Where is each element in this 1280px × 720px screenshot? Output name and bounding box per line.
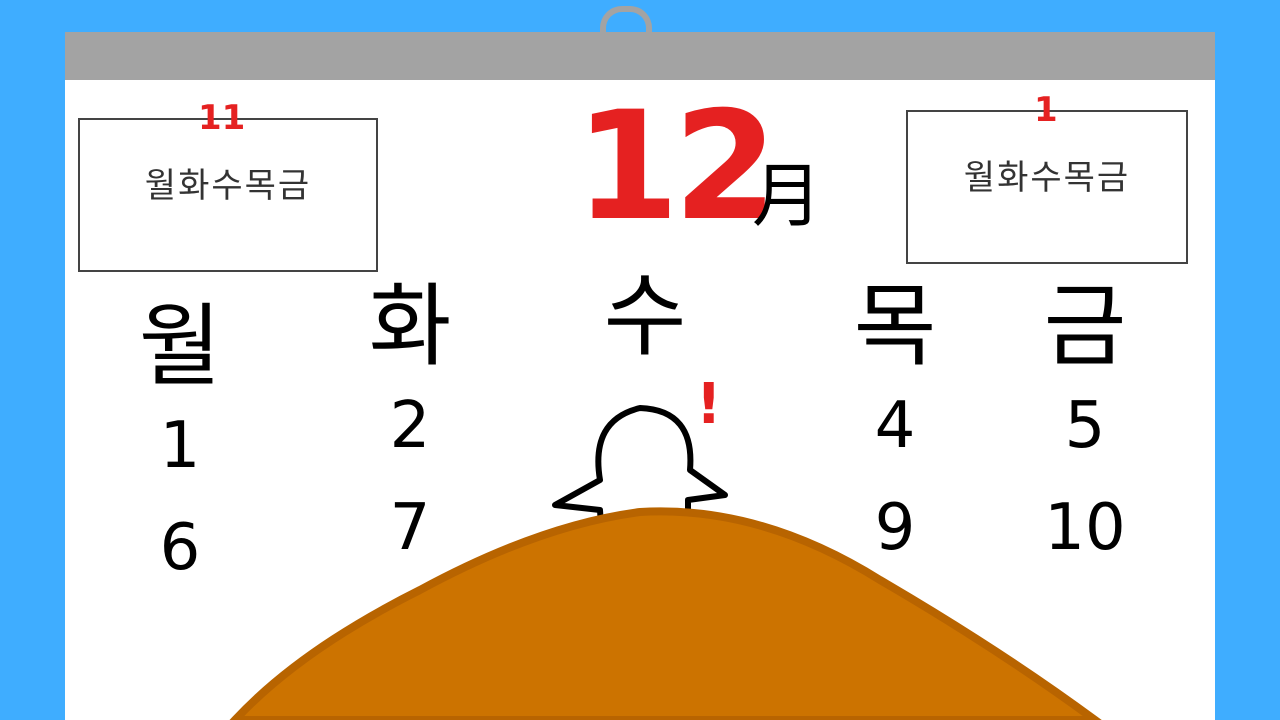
exclamation-mark: !: [696, 372, 722, 437]
brown-mound: [229, 507, 1102, 720]
scene-drawing: [229, 405, 1102, 720]
